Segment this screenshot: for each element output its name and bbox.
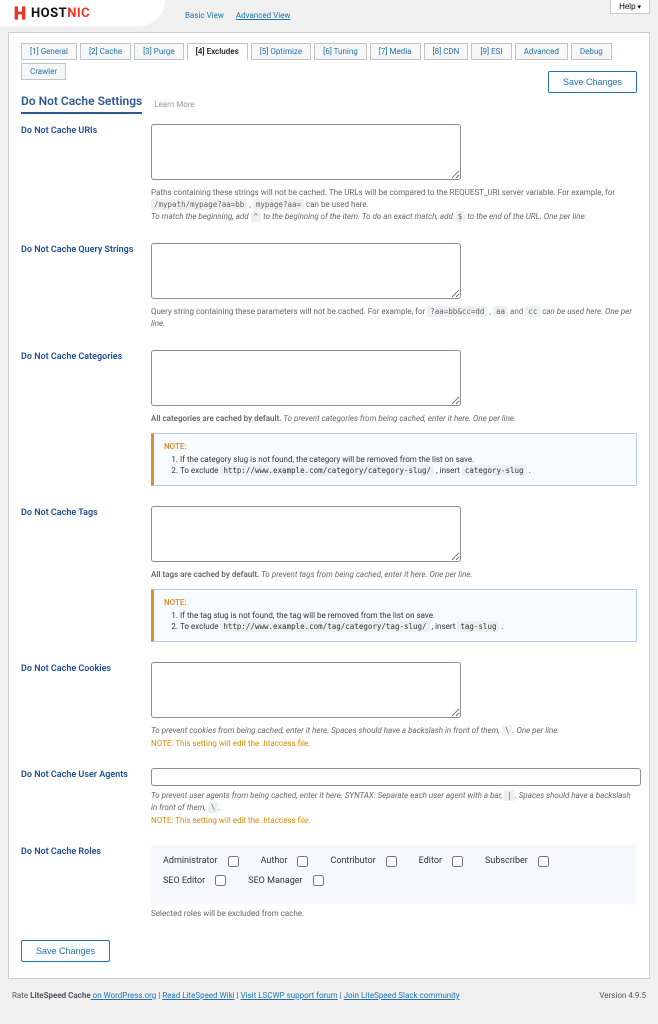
textarea-cookies[interactable] [151,662,461,718]
help-tags: All tags are cached by default. To preve… [151,569,637,581]
textarea-uris[interactable] [151,124,461,180]
role-author[interactable]: Author [261,856,309,867]
tab-9[interactable]: Advanced [515,43,568,60]
role-label: SEO Editor [163,876,205,886]
role-seo-editor[interactable]: SEO Editor [163,875,226,886]
help-uris: Paths containing these strings will not … [151,187,637,223]
view-switch: Basic View Advanced View [185,11,300,26]
role-editor[interactable]: Editor [419,856,463,867]
warn-user-agents: NOTE: This setting will edit the .htacce… [151,816,637,825]
tab-3[interactable]: [4] Excludes [187,43,248,60]
label-roles: Do Not Cache Roles [21,845,151,920]
role-checkbox[interactable] [386,856,397,867]
textarea-tags[interactable] [151,506,461,562]
label-tags: Do Not Cache Tags [21,506,151,642]
role-checkbox[interactable] [313,875,324,886]
textarea-categories[interactable] [151,350,461,406]
help-user-agents: To prevent user agents from being cached… [151,790,637,814]
warn-cookies: NOTE: This setting will edit the .htacce… [151,739,637,748]
learn-more-link[interactable]: Learn More [154,100,194,109]
hostnic-logo-icon [12,5,28,21]
help-roles: Selected roles will be excluded from cac… [151,908,637,920]
label-user-agents: Do Not Cache User Agents [21,768,151,825]
note-tags: NOTE: If the tag slug is not found, the … [151,589,637,642]
textarea-query-strings[interactable] [151,243,461,299]
tab-4[interactable]: [5] Optimize [251,43,311,60]
role-checkbox[interactable] [297,856,308,867]
footer-link-wporg[interactable]: on WordPress.org [91,991,157,1000]
label-categories: Do Not Cache Categories [21,350,151,486]
help-query-strings: Query string containing these parameters… [151,306,637,330]
save-changes-bottom[interactable]: Save Changes [21,940,110,962]
role-label: Editor [419,856,442,866]
role-label: SEO Manager [248,876,302,886]
role-label: Contributor [330,856,375,866]
help-dropdown[interactable]: Help [610,0,650,14]
role-subscriber[interactable]: Subscriber [485,856,549,867]
input-user-agents[interactable] [151,768,641,786]
tab-5[interactable]: [6] Tuning [314,43,367,60]
label-cookies: Do Not Cache Cookies [21,662,151,748]
tab-8[interactable]: [9] ESI [471,43,511,60]
role-contributor[interactable]: Contributor [330,856,396,867]
tab-11[interactable]: Crawler [21,63,66,80]
tab-10[interactable]: Debug [571,43,612,60]
basic-view-link[interactable]: Basic View [185,11,224,20]
role-seo-manager[interactable]: SEO Manager [248,875,323,886]
roles-box: Administrator Author Contributor Editor Subs… [151,845,637,904]
version-text: Version 4.9.5 [599,991,646,1000]
role-label: Author [261,856,288,866]
note-categories: NOTE: If the category slug is not found,… [151,433,637,486]
footer-link-support[interactable]: Visit LSCWP support forum [241,991,338,1000]
advanced-view-link[interactable]: Advanced View [236,11,291,20]
tab-2[interactable]: [3] Purge [134,43,184,60]
role-checkbox[interactable] [215,875,226,886]
label-query-strings: Do Not Cache Query Strings [21,243,151,330]
help-categories: All categories are cached by default. To… [151,413,637,425]
tab-bar: [1] General[2] Cache[3] Purge[4] Exclude… [21,43,637,80]
help-cookies: To prevent cookies from being cached, en… [151,725,637,737]
tab-1[interactable]: [2] Cache [80,43,131,60]
footer: Rate LiteSpeed Cache on WordPress.org | … [0,985,658,1006]
tab-6[interactable]: [7] Media [370,43,421,60]
role-label: Subscriber [485,856,528,866]
label-uris: Do Not Cache URIs [21,124,151,223]
role-administrator[interactable]: Administrator [163,856,239,867]
page-title: Do Not Cache Settings [21,94,142,114]
site-logo: HOSTNIC [12,5,90,21]
tab-0[interactable]: [1] General [21,43,77,60]
role-checkbox[interactable] [452,856,463,867]
save-changes-top[interactable]: Save Changes [548,71,637,93]
role-checkbox[interactable] [228,856,239,867]
footer-link-wiki[interactable]: Read LiteSpeed Wiki [162,991,234,1000]
role-label: Administrator [163,856,218,866]
tab-7[interactable]: [8] CDN [424,43,469,60]
footer-link-slack[interactable]: Join LiteSpeed Slack community [344,991,460,1000]
role-checkbox[interactable] [538,856,549,867]
